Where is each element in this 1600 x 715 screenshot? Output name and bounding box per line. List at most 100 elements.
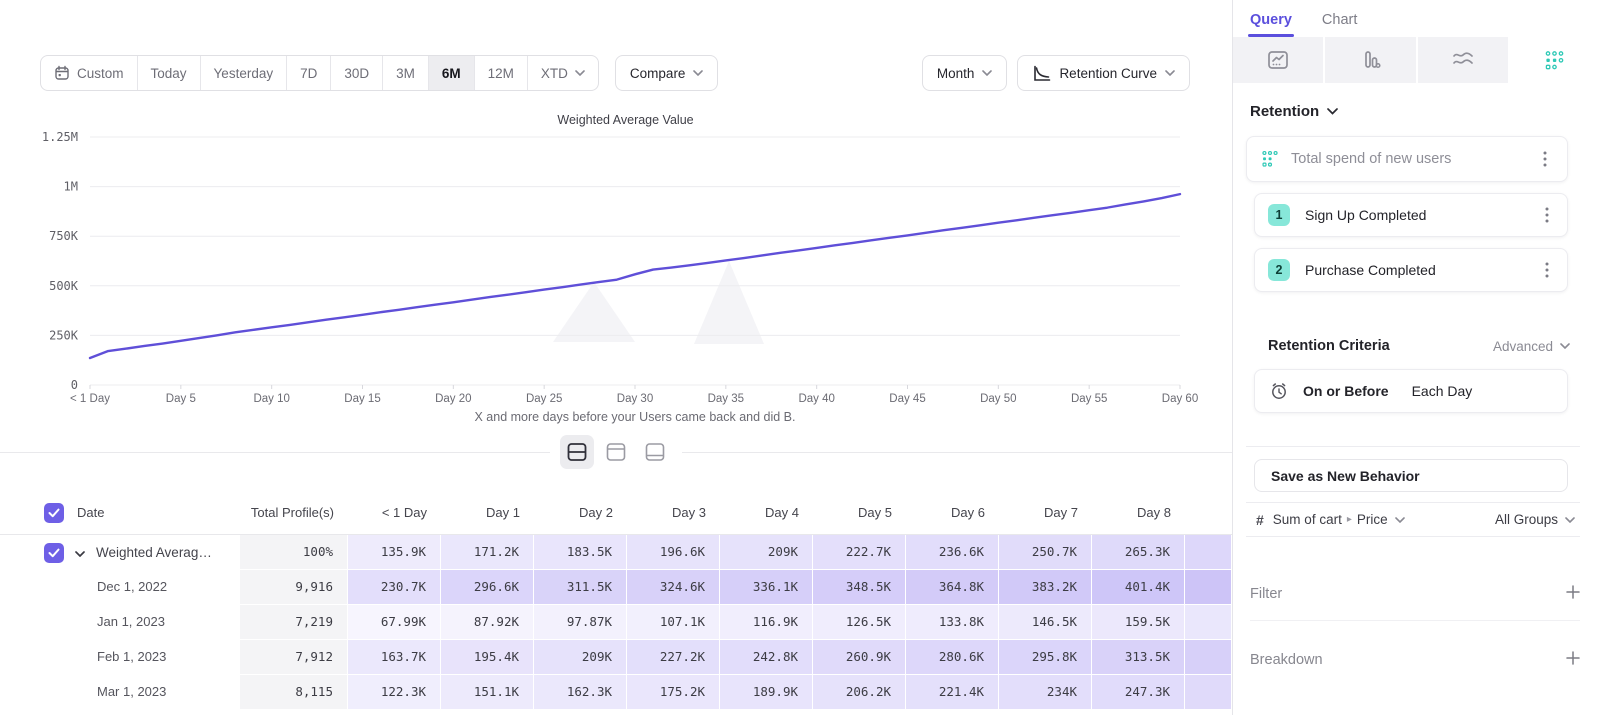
legend-label[interactable]: Weighted Average Value bbox=[557, 113, 693, 127]
table-cell[interactable]: 280.6K bbox=[906, 640, 999, 675]
table-cell[interactable]: 122.3K bbox=[348, 675, 441, 710]
criteria-mode-dropdown[interactable]: Advanced bbox=[1493, 339, 1570, 354]
column-header-day-7[interactable]: Day 7 bbox=[999, 505, 1092, 520]
criteria-window[interactable]: Each Day bbox=[1412, 383, 1473, 399]
table-cell[interactable]: 195.4K bbox=[441, 640, 534, 675]
retention-chart[interactable]: 0250K500K750K1M1.25M< 1 DayDay 5Day 10Da… bbox=[0, 130, 1232, 430]
table-cell[interactable]: 209K bbox=[534, 640, 627, 675]
report-type-funnels-button[interactable] bbox=[1325, 37, 1417, 83]
range-7d-button[interactable]: 7D bbox=[287, 56, 331, 90]
table-row[interactable]: Jan 1, 20237,21967.99K87.92K97.87K107.1K… bbox=[0, 605, 1232, 640]
tab-query[interactable]: Query bbox=[1250, 12, 1292, 37]
behavior-card[interactable]: Total spend of new users bbox=[1246, 136, 1568, 182]
table-cell[interactable]: 209K bbox=[720, 535, 813, 570]
table-cell[interactable]: 196.6K bbox=[627, 535, 720, 570]
row-checkbox[interactable] bbox=[44, 543, 64, 563]
table-cell[interactable]: 364.8K bbox=[906, 570, 999, 605]
table-cell[interactable]: 67.99K bbox=[348, 605, 441, 640]
column-header-total-profile-s-[interactable]: Total Profile(s) bbox=[240, 505, 348, 520]
expand-chevron-icon[interactable] bbox=[75, 545, 85, 560]
table-cell[interactable]: 116.9K bbox=[720, 605, 813, 640]
table-cell[interactable]: 171.2K bbox=[441, 535, 534, 570]
table-cell[interactable]: 135.9K bbox=[348, 535, 441, 570]
table-row[interactable]: Feb 1, 20237,912163.7K195.4K209K227.2K24… bbox=[0, 640, 1232, 675]
groups-dropdown[interactable]: All Groups bbox=[1495, 512, 1575, 527]
table-cell[interactable]: 296.6K bbox=[441, 570, 534, 605]
table-cell[interactable]: 87.92K bbox=[441, 605, 534, 640]
step-menu-button[interactable] bbox=[1535, 258, 1559, 282]
tab-chart[interactable]: Chart bbox=[1322, 12, 1357, 37]
table-cell[interactable]: 260.9K bbox=[813, 640, 906, 675]
step-menu-button[interactable] bbox=[1535, 203, 1559, 227]
table-cell[interactable]: 189.9K bbox=[720, 675, 813, 710]
table-cell[interactable]: 151.1K bbox=[441, 675, 534, 710]
table-cell[interactable]: 175.2K bbox=[627, 675, 720, 710]
criteria-card[interactable]: On or Before Each Day bbox=[1254, 369, 1568, 413]
retention-line-series[interactable] bbox=[90, 194, 1180, 358]
table-cell[interactable]: 311.5K bbox=[534, 570, 627, 605]
retention-section-header[interactable]: Retention bbox=[1250, 103, 1600, 120]
table-cell[interactable]: 126.5K bbox=[813, 605, 906, 640]
table-cell[interactable]: 324.6K bbox=[627, 570, 720, 605]
column-header-day-3[interactable]: Day 3 bbox=[627, 505, 720, 520]
measure-event-dropdown[interactable]: Sum of cart ▸ Price bbox=[1273, 512, 1405, 527]
table-cell[interactable]: 133.8K bbox=[906, 605, 999, 640]
table-cell[interactable]: 250.7K bbox=[999, 535, 1092, 570]
granularity-dropdown[interactable]: Month bbox=[922, 55, 1008, 91]
table-row[interactable]: Weighted Average ...100%135.9K171.2K183.… bbox=[0, 535, 1232, 570]
table-cell[interactable]: 236.6K bbox=[906, 535, 999, 570]
column-header-day-5[interactable]: Day 5 bbox=[813, 505, 906, 520]
table-cell[interactable]: 206.2K bbox=[813, 675, 906, 710]
table-cell[interactable]: 348.5K bbox=[813, 570, 906, 605]
table-cell[interactable]: 383.2K bbox=[999, 570, 1092, 605]
table-cell[interactable]: 265.3K bbox=[1092, 535, 1185, 570]
layout-table-focus-button[interactable] bbox=[599, 435, 633, 469]
column-header-day-4[interactable]: Day 4 bbox=[720, 505, 813, 520]
report-type-insights-button[interactable] bbox=[1233, 37, 1325, 83]
range-today-button[interactable]: Today bbox=[138, 56, 201, 90]
table-cell[interactable]: 247.3K bbox=[1092, 675, 1185, 710]
column-header-day-1[interactable]: Day 1 bbox=[441, 505, 534, 520]
add-filter-button[interactable] bbox=[1566, 585, 1580, 603]
range-30d-button[interactable]: 30D bbox=[331, 56, 383, 90]
table-cell[interactable]: 146.5K bbox=[999, 605, 1092, 640]
table-cell[interactable]: 97.87K bbox=[534, 605, 627, 640]
range-xtd-button[interactable]: XTD bbox=[528, 56, 598, 90]
table-cell[interactable]: 242.8K bbox=[720, 640, 813, 675]
range-12m-button[interactable]: 12M bbox=[475, 56, 528, 90]
table-cell[interactable]: 336.1K bbox=[720, 570, 813, 605]
table-cell[interactable]: 227.2K bbox=[627, 640, 720, 675]
column-header-day-2[interactable]: Day 2 bbox=[534, 505, 627, 520]
range-custom-button[interactable]: Custom bbox=[41, 56, 138, 90]
step-card-sign-up-completed[interactable]: 1Sign Up Completed bbox=[1254, 193, 1568, 237]
step-card-purchase-completed[interactable]: 2Purchase Completed bbox=[1254, 248, 1568, 292]
table-cell[interactable]: 162.3K bbox=[534, 675, 627, 710]
layout-split-even-button[interactable] bbox=[560, 435, 594, 469]
compare-button[interactable]: Compare bbox=[615, 55, 719, 91]
layout-chart-focus-button[interactable] bbox=[638, 435, 672, 469]
report-type-flows-button[interactable] bbox=[1418, 37, 1510, 83]
table-cell[interactable]: 107.1K bbox=[627, 605, 720, 640]
behavior-menu-button[interactable] bbox=[1533, 147, 1557, 171]
range-6m-button[interactable]: 6M bbox=[429, 56, 475, 90]
table-cell[interactable]: 222.7K bbox=[813, 535, 906, 570]
column-header-day-8[interactable]: Day 8 bbox=[1092, 505, 1185, 520]
range-3m-button[interactable]: 3M bbox=[383, 56, 429, 90]
table-cell[interactable]: 401.4K bbox=[1092, 570, 1185, 605]
table-cell[interactable]: 313.5K bbox=[1092, 640, 1185, 675]
table-cell[interactable]: 183.5K bbox=[534, 535, 627, 570]
table-cell[interactable]: 221.4K bbox=[906, 675, 999, 710]
report-type-retention-button[interactable] bbox=[1510, 37, 1600, 83]
select-all-checkbox[interactable] bbox=[44, 503, 64, 523]
table-cell[interactable]: 230.7K bbox=[348, 570, 441, 605]
table-row[interactable]: Mar 1, 20238,115122.3K151.1K162.3K175.2K… bbox=[0, 675, 1232, 710]
criteria-condition[interactable]: On or Before bbox=[1303, 383, 1389, 399]
table-cell[interactable]: 234K bbox=[999, 675, 1092, 710]
column-header-date[interactable]: Date bbox=[0, 503, 240, 523]
save-as-new-behavior-button[interactable]: Save as New Behavior bbox=[1254, 459, 1568, 492]
column-header--1-day[interactable]: < 1 Day bbox=[348, 505, 441, 520]
chart-type-dropdown[interactable]: Retention Curve bbox=[1017, 55, 1190, 91]
table-cell[interactable]: 159.5K bbox=[1092, 605, 1185, 640]
table-row[interactable]: Dec 1, 20229,916230.7K296.6K311.5K324.6K… bbox=[0, 570, 1232, 605]
legend-swatch[interactable] bbox=[538, 115, 549, 126]
